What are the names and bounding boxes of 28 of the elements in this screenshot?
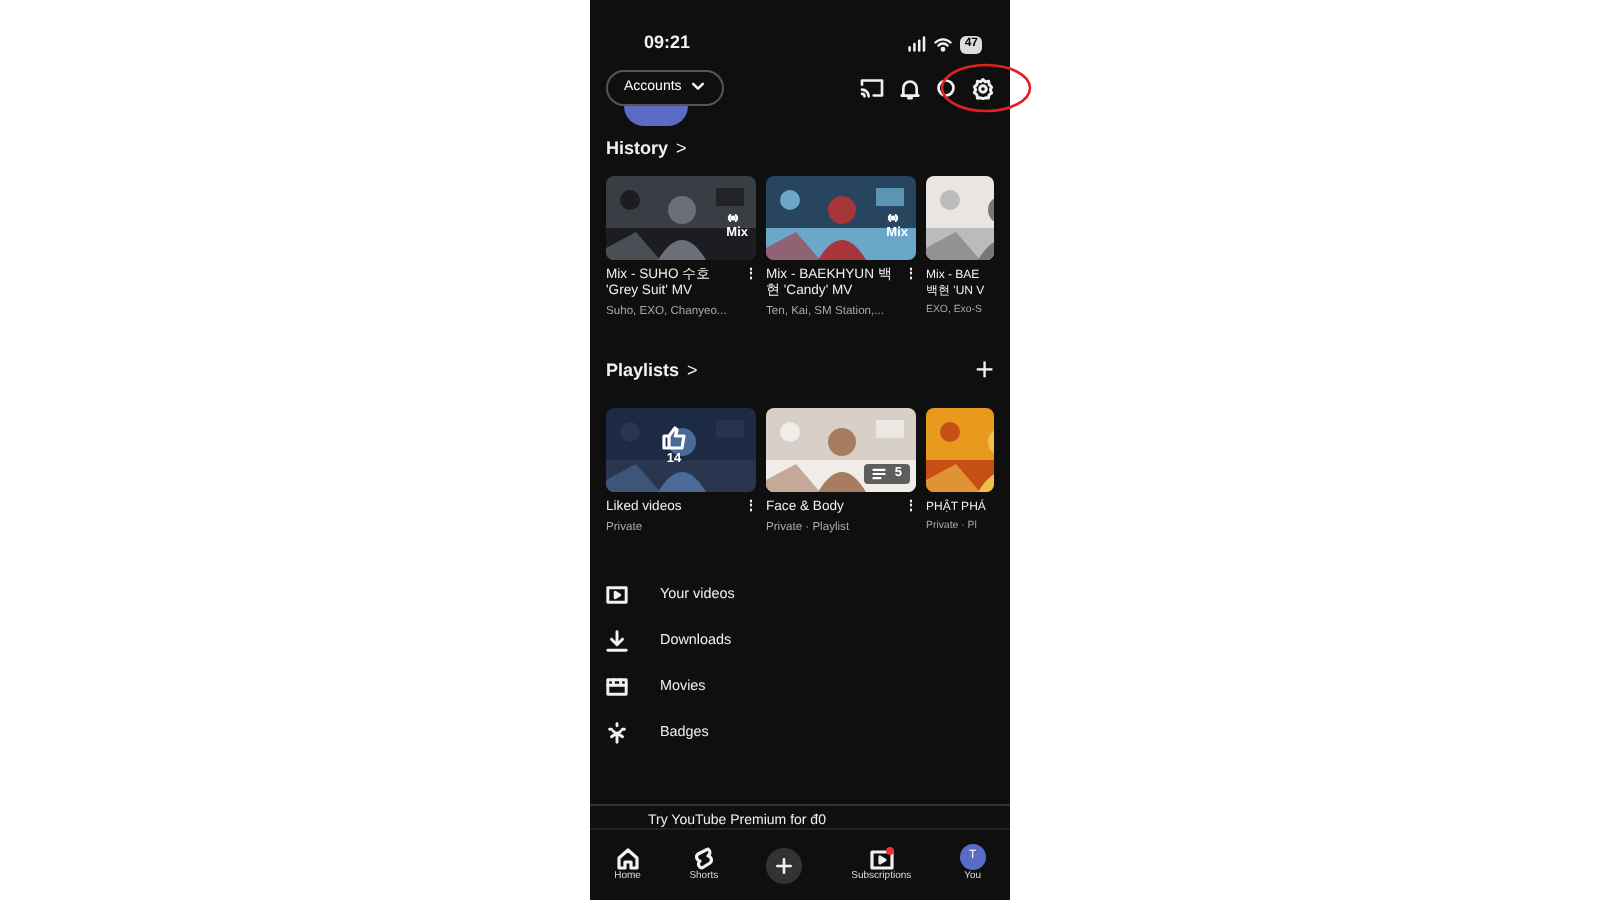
caret-icon [689, 81, 706, 92]
badge-icon [606, 722, 628, 745]
section-title[interactable]: Playlists [606, 358, 680, 386]
playlist-icon [872, 468, 887, 481]
film-icon [606, 676, 628, 699]
video-icon [606, 584, 628, 607]
plus-icon [774, 855, 795, 875]
download-icon [606, 630, 628, 653]
create-button[interactable] [766, 847, 803, 883]
chevron-icon[interactable]: > [676, 136, 687, 163]
cast-icon[interactable] [860, 78, 884, 98]
add-button[interactable]: + [975, 348, 994, 397]
chevron-icon[interactable]: > [687, 358, 698, 386]
section-title[interactable]: History [606, 136, 669, 163]
highlight-circle [940, 62, 1032, 114]
search-icon[interactable] [936, 78, 956, 98]
broadcast-icon [726, 211, 741, 224]
profile-avatar[interactable] [624, 106, 688, 126]
thumbs-up-icon [662, 426, 686, 451]
subscriptions-icon[interactable] [869, 845, 894, 870]
signal-icon [906, 36, 927, 52]
home-icon[interactable] [615, 845, 640, 870]
wifi-icon [934, 36, 953, 52]
notifications-icon[interactable] [900, 77, 920, 99]
status-time: 09:21 [644, 30, 691, 57]
shorts-icon[interactable] [691, 845, 716, 870]
broadcast-icon [886, 211, 901, 224]
settings-icon[interactable] [972, 77, 994, 99]
